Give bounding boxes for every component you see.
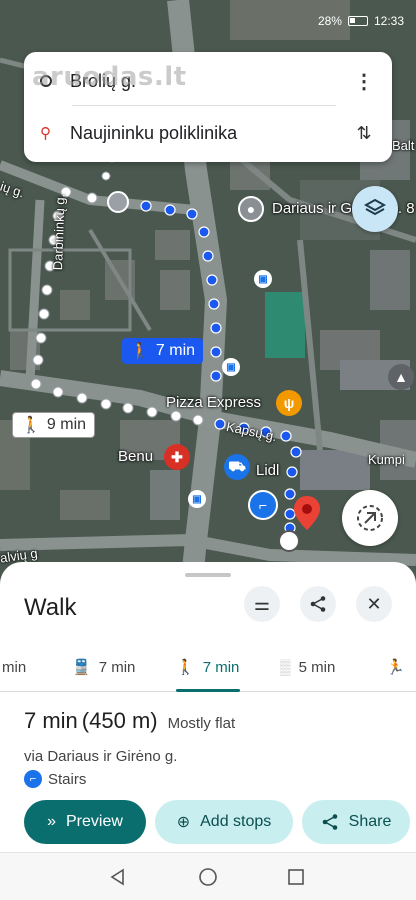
origin-circle-icon xyxy=(40,75,52,87)
stairs-icon: ⌐ xyxy=(248,490,278,520)
tab-drive[interactable]: min xyxy=(2,642,26,692)
preview-button[interactable]: » Preview xyxy=(24,800,146,844)
clock: 12:33 xyxy=(373,14,404,28)
place-label[interactable]: Benu xyxy=(118,448,153,465)
walk-icon: 🚶 xyxy=(130,343,150,360)
bus-stop-icon[interactable]: ▣ xyxy=(188,490,206,508)
bus-stop-icon[interactable]: ▣ xyxy=(254,270,272,288)
bus-stop-icon[interactable]: ▣ xyxy=(222,358,240,376)
share-route-button[interactable]: Share xyxy=(302,800,410,844)
shopping-cart-icon[interactable]: ⛟ xyxy=(224,454,250,480)
map-view[interactable]: 28% 12:33 Darbininkų g. Kapsų g. Kumpi B… xyxy=(0,0,416,600)
preview-icon: » xyxy=(47,813,56,830)
directions-sheet: Walk ⚌ ✕ min 🚆 7 min 🚶 7 min ▒ 5 min 🏃 7… xyxy=(0,562,416,852)
via-text: via Dariaus ir Girėno g. xyxy=(24,748,178,765)
bike-icon: ▒ xyxy=(280,658,291,676)
preview-label: Preview xyxy=(66,813,123,830)
walk-icon: 🚶 xyxy=(21,417,41,434)
close-button[interactable]: ✕ xyxy=(356,586,392,622)
add-stops-button[interactable]: ⊕ Add stops xyxy=(155,800,293,844)
home-icon[interactable] xyxy=(198,867,218,887)
active-tab-indicator xyxy=(176,689,240,692)
swap-icon[interactable]: ⇅ xyxy=(352,123,376,144)
walk-icon: 🚶 xyxy=(176,659,195,676)
origin-field[interactable]: Brolių g. xyxy=(70,71,352,92)
ride-icon: 🏃 xyxy=(386,659,405,676)
drag-handle[interactable] xyxy=(185,573,231,577)
location-pin-icon: ⚲ xyxy=(40,124,51,142)
place-label[interactable]: Lidl xyxy=(256,462,279,479)
back-icon[interactable] xyxy=(108,867,128,887)
add-stops-label: Add stops xyxy=(200,813,272,830)
tab-label: min xyxy=(2,658,27,676)
terrain-text: Mostly flat xyxy=(167,715,236,732)
layers-button[interactable] xyxy=(352,186,398,232)
close-icon: ✕ xyxy=(366,593,382,614)
location-button[interactable] xyxy=(342,490,398,546)
share-button[interactable] xyxy=(300,586,336,622)
tab-walk[interactable]: 🚶 7 min xyxy=(176,642,239,692)
destination-row[interactable]: ⚲ Naujininku poliklinika ⇅ xyxy=(40,118,376,148)
school-icon[interactable]: ▲ xyxy=(388,364,414,390)
route-chip-selected[interactable]: 🚶 7 min xyxy=(122,338,204,364)
share-label: Share xyxy=(348,813,392,830)
system-nav-bar xyxy=(0,852,416,900)
battery-level: 28% xyxy=(317,14,342,28)
origin-row[interactable]: Brolių g. ⋮ xyxy=(40,66,376,96)
directions-search-card: Brolių g. ⋮ ⚲ Naujininku poliklinika ⇅ xyxy=(24,52,392,162)
more-options-icon[interactable]: ⋮ xyxy=(352,69,376,94)
stairs-icon: ⌐ xyxy=(24,770,42,788)
duration-text: 7 min xyxy=(24,708,78,733)
distance-text: (450 m) xyxy=(81,708,158,733)
route-summary: 7 min (450 m) Mostly flat xyxy=(24,708,235,734)
route-options-button[interactable]: ⚌ xyxy=(244,586,280,622)
recents-icon[interactable] xyxy=(286,867,306,887)
divider xyxy=(72,105,336,106)
recenter-icon xyxy=(357,505,383,531)
layers-icon xyxy=(363,198,387,216)
travel-mode-tabs: min 🚆 7 min 🚶 7 min ▒ 5 min 🏃 xyxy=(0,642,416,692)
tab-label: 5 min xyxy=(298,658,336,676)
sheet-title: Walk xyxy=(24,594,77,621)
add-location-icon: ⊕ xyxy=(176,814,191,831)
street-label: Darbininkų g. xyxy=(50,193,68,271)
end-point-marker xyxy=(278,530,300,552)
restaurant-icon[interactable]: ψ xyxy=(276,390,302,416)
route-chip-label: 9 min xyxy=(46,416,87,433)
destination-field[interactable]: Naujininku poliklinika xyxy=(70,123,352,144)
tab-ride[interactable]: 🏃 xyxy=(386,642,405,692)
destination-pin-icon[interactable] xyxy=(294,496,320,530)
tune-icon: ⚌ xyxy=(253,593,271,614)
route-feature: ⌐ Stairs xyxy=(24,770,86,788)
tab-transit[interactable]: 🚆 7 min xyxy=(72,642,135,692)
route-chip-label: 7 min xyxy=(155,342,196,359)
feature-label: Stairs xyxy=(48,770,87,788)
share-icon xyxy=(322,814,337,830)
transit-icon: 🚆 xyxy=(72,659,91,676)
route-chip-alternate[interactable]: 🚶 9 min xyxy=(12,412,96,438)
place-label[interactable]: Pizza Express xyxy=(166,394,261,411)
street-label: Kumpi xyxy=(368,452,405,467)
tab-label: 7 min xyxy=(202,658,240,676)
tab-bike[interactable]: ▒ 5 min xyxy=(280,642,335,692)
place-pin-icon[interactable]: ● xyxy=(238,196,264,222)
status-bar: 28% 12:33 xyxy=(318,14,404,28)
share-icon xyxy=(310,596,326,612)
street-label: Balt xyxy=(392,138,415,153)
pharmacy-icon[interactable]: ✚ xyxy=(164,444,190,470)
battery-icon xyxy=(347,16,368,26)
tab-label: 7 min xyxy=(98,658,136,676)
